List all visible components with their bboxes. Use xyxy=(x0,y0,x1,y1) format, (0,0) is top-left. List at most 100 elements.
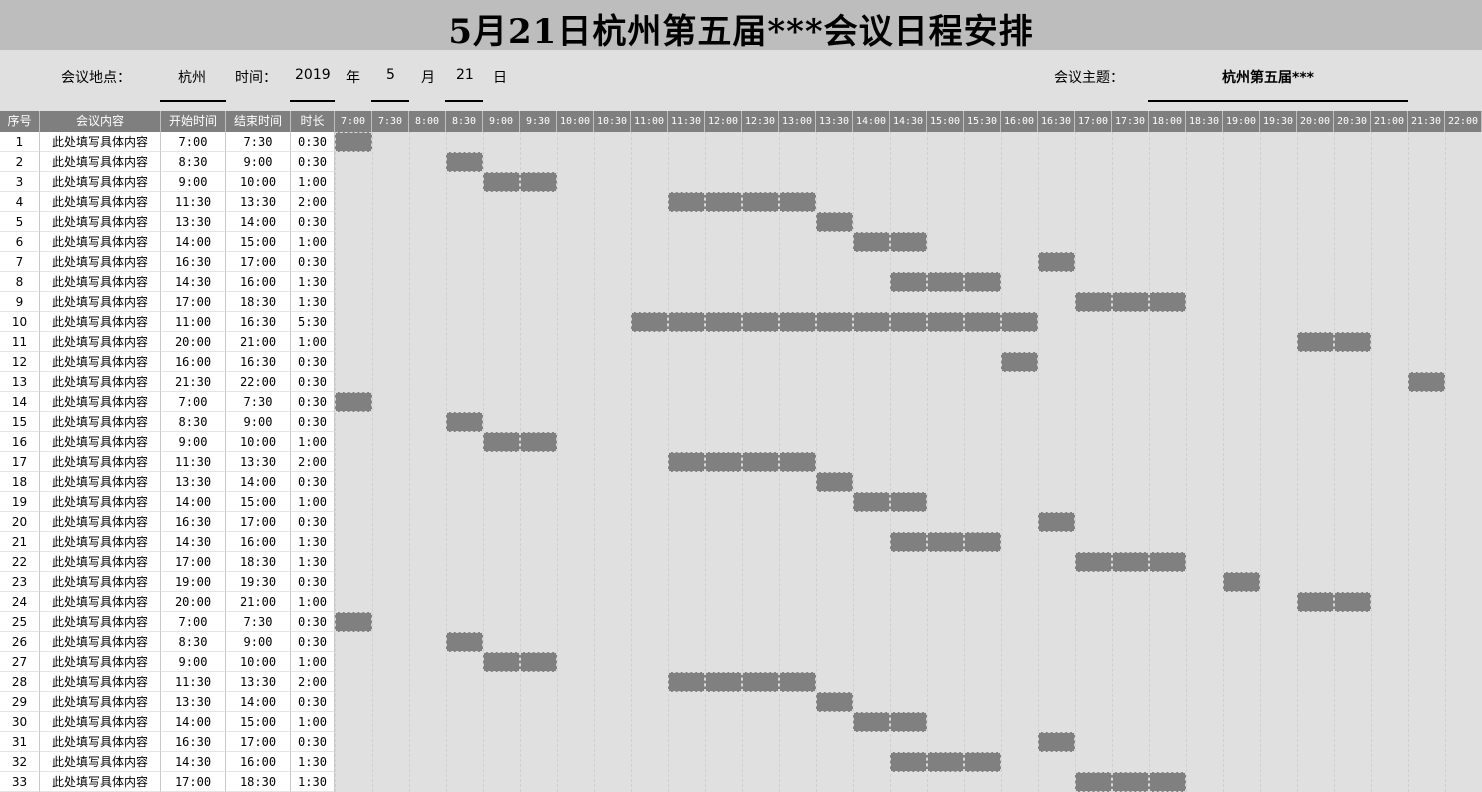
row-content[interactable]: 此处填写具体内容 xyxy=(40,732,161,752)
row-start[interactable]: 17:00 xyxy=(161,292,226,312)
row-end[interactable]: 9:00 xyxy=(226,632,291,652)
row-end[interactable]: 17:00 xyxy=(226,512,291,532)
row-start[interactable]: 14:00 xyxy=(161,492,226,512)
row-start[interactable]: 8:30 xyxy=(161,412,226,432)
row-start[interactable]: 9:00 xyxy=(161,652,226,672)
row-start[interactable]: 8:30 xyxy=(161,152,226,172)
row-start[interactable]: 16:30 xyxy=(161,732,226,752)
row-content[interactable]: 此处填写具体内容 xyxy=(40,592,161,612)
row-content[interactable]: 此处填写具体内容 xyxy=(40,272,161,292)
row-content[interactable]: 此处填写具体内容 xyxy=(40,192,161,212)
row-content[interactable]: 此处填写具体内容 xyxy=(40,332,161,352)
row-content[interactable]: 此处填写具体内容 xyxy=(40,512,161,532)
row-end[interactable]: 13:30 xyxy=(226,192,291,212)
row-end[interactable]: 16:30 xyxy=(226,352,291,372)
row-end[interactable]: 14:00 xyxy=(226,472,291,492)
row-end[interactable]: 15:00 xyxy=(226,712,291,732)
row-content[interactable]: 此处填写具体内容 xyxy=(40,152,161,172)
row-content[interactable]: 此处填写具体内容 xyxy=(40,712,161,732)
year-value[interactable]: 2019 xyxy=(295,67,331,83)
row-content[interactable]: 此处填写具体内容 xyxy=(40,292,161,312)
row-content[interactable]: 此处填写具体内容 xyxy=(40,392,161,412)
row-end[interactable]: 7:30 xyxy=(226,132,291,152)
row-content[interactable]: 此处填写具体内容 xyxy=(40,452,161,472)
row-end[interactable]: 17:00 xyxy=(226,252,291,272)
row-content[interactable]: 此处填写具体内容 xyxy=(40,352,161,372)
row-end[interactable]: 16:00 xyxy=(226,532,291,552)
row-start[interactable]: 9:00 xyxy=(161,172,226,192)
row-end[interactable]: 9:00 xyxy=(226,412,291,432)
location-value[interactable]: 杭州 xyxy=(178,67,206,87)
topic-value[interactable]: 杭州第五届*** xyxy=(1222,67,1314,87)
row-content[interactable]: 此处填写具体内容 xyxy=(40,212,161,232)
month-value[interactable]: 5 xyxy=(386,67,395,83)
row-start[interactable]: 14:00 xyxy=(161,232,226,252)
row-start[interactable]: 11:30 xyxy=(161,672,226,692)
row-content[interactable]: 此处填写具体内容 xyxy=(40,692,161,712)
row-content[interactable]: 此处填写具体内容 xyxy=(40,652,161,672)
row-end[interactable]: 18:30 xyxy=(226,292,291,312)
row-end[interactable]: 22:00 xyxy=(226,372,291,392)
row-content[interactable]: 此处填写具体内容 xyxy=(40,752,161,772)
row-content[interactable]: 此处填写具体内容 xyxy=(40,172,161,192)
row-start[interactable]: 16:30 xyxy=(161,252,226,272)
row-end[interactable]: 18:30 xyxy=(226,552,291,572)
row-end[interactable]: 10:00 xyxy=(226,172,291,192)
day-value[interactable]: 21 xyxy=(456,67,474,83)
row-start[interactable]: 11:00 xyxy=(161,312,226,332)
row-content[interactable]: 此处填写具体内容 xyxy=(40,312,161,332)
row-end[interactable]: 13:30 xyxy=(226,672,291,692)
row-start[interactable]: 11:30 xyxy=(161,192,226,212)
row-content[interactable]: 此处填写具体内容 xyxy=(40,432,161,452)
row-start[interactable]: 14:30 xyxy=(161,532,226,552)
row-content[interactable]: 此处填写具体内容 xyxy=(40,412,161,432)
row-content[interactable]: 此处填写具体内容 xyxy=(40,132,161,152)
row-end[interactable]: 10:00 xyxy=(226,432,291,452)
row-content[interactable]: 此处填写具体内容 xyxy=(40,492,161,512)
row-start[interactable]: 19:00 xyxy=(161,572,226,592)
row-start[interactable]: 7:00 xyxy=(161,132,226,152)
row-content[interactable]: 此处填写具体内容 xyxy=(40,632,161,652)
row-content[interactable]: 此处填写具体内容 xyxy=(40,552,161,572)
row-start[interactable]: 9:00 xyxy=(161,432,226,452)
row-start[interactable]: 20:00 xyxy=(161,332,226,352)
row-start[interactable]: 13:30 xyxy=(161,472,226,492)
row-content[interactable]: 此处填写具体内容 xyxy=(40,772,161,792)
row-content[interactable]: 此处填写具体内容 xyxy=(40,572,161,592)
row-end[interactable]: 14:00 xyxy=(226,692,291,712)
row-end[interactable]: 7:30 xyxy=(226,612,291,632)
row-content[interactable]: 此处填写具体内容 xyxy=(40,252,161,272)
row-start[interactable]: 17:00 xyxy=(161,772,226,792)
row-content[interactable]: 此处填写具体内容 xyxy=(40,672,161,692)
row-start[interactable]: 14:30 xyxy=(161,752,226,772)
row-start[interactable]: 13:30 xyxy=(161,212,226,232)
row-start[interactable]: 7:00 xyxy=(161,612,226,632)
row-content[interactable]: 此处填写具体内容 xyxy=(40,532,161,552)
row-start[interactable]: 16:30 xyxy=(161,512,226,532)
row-end[interactable]: 21:00 xyxy=(226,332,291,352)
row-end[interactable]: 7:30 xyxy=(226,392,291,412)
row-end[interactable]: 16:00 xyxy=(226,272,291,292)
row-start[interactable]: 21:30 xyxy=(161,372,226,392)
row-content[interactable]: 此处填写具体内容 xyxy=(40,472,161,492)
row-end[interactable]: 15:00 xyxy=(226,232,291,252)
row-start[interactable]: 8:30 xyxy=(161,632,226,652)
row-start[interactable]: 17:00 xyxy=(161,552,226,572)
row-end[interactable]: 21:00 xyxy=(226,592,291,612)
row-end[interactable]: 16:30 xyxy=(226,312,291,332)
row-end[interactable]: 16:00 xyxy=(226,752,291,772)
row-end[interactable]: 9:00 xyxy=(226,152,291,172)
row-end[interactable]: 15:00 xyxy=(226,492,291,512)
row-content[interactable]: 此处填写具体内容 xyxy=(40,612,161,632)
row-start[interactable]: 16:00 xyxy=(161,352,226,372)
row-end[interactable]: 14:00 xyxy=(226,212,291,232)
row-end[interactable]: 17:00 xyxy=(226,732,291,752)
row-content[interactable]: 此处填写具体内容 xyxy=(40,372,161,392)
row-start[interactable]: 13:30 xyxy=(161,692,226,712)
row-content[interactable]: 此处填写具体内容 xyxy=(40,232,161,252)
row-start[interactable]: 14:30 xyxy=(161,272,226,292)
row-start[interactable]: 14:00 xyxy=(161,712,226,732)
row-end[interactable]: 13:30 xyxy=(226,452,291,472)
row-start[interactable]: 11:30 xyxy=(161,452,226,472)
row-start[interactable]: 7:00 xyxy=(161,392,226,412)
